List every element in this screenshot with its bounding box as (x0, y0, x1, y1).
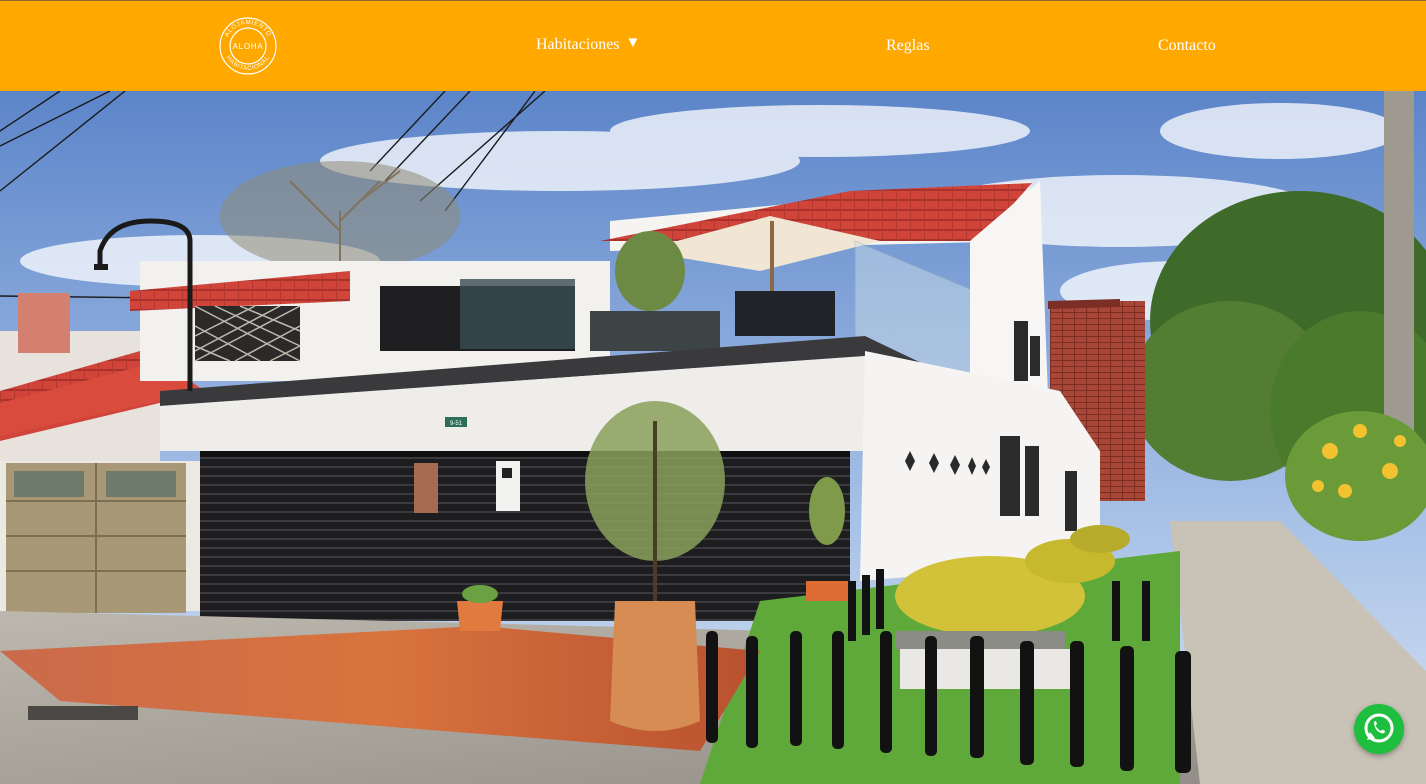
nav-habitaciones[interactable]: Habitaciones ▼ (536, 35, 641, 54)
house-number-plate: 9-51 (450, 421, 463, 427)
caret-down-icon: ▼ (625, 35, 641, 51)
page: ALOJAMIENTO HABITACIONAL ALOHA Habitacio… (0, 0, 1426, 784)
hero-house-photo: 9-51 (0, 91, 1426, 784)
nav-habitaciones-label: Habitaciones (536, 36, 620, 53)
whatsapp-icon[interactable] (1354, 704, 1404, 754)
logo-center-text: ALOHA (232, 42, 263, 51)
nav-reglas[interactable]: Reglas (886, 37, 930, 55)
aloha-logo-icon[interactable]: ALOJAMIENTO HABITACIONAL ALOHA (218, 16, 278, 76)
top-navbar: ALOJAMIENTO HABITACIONAL ALOHA Habitacio… (0, 0, 1426, 91)
nav-contacto[interactable]: Contacto (1158, 37, 1216, 55)
